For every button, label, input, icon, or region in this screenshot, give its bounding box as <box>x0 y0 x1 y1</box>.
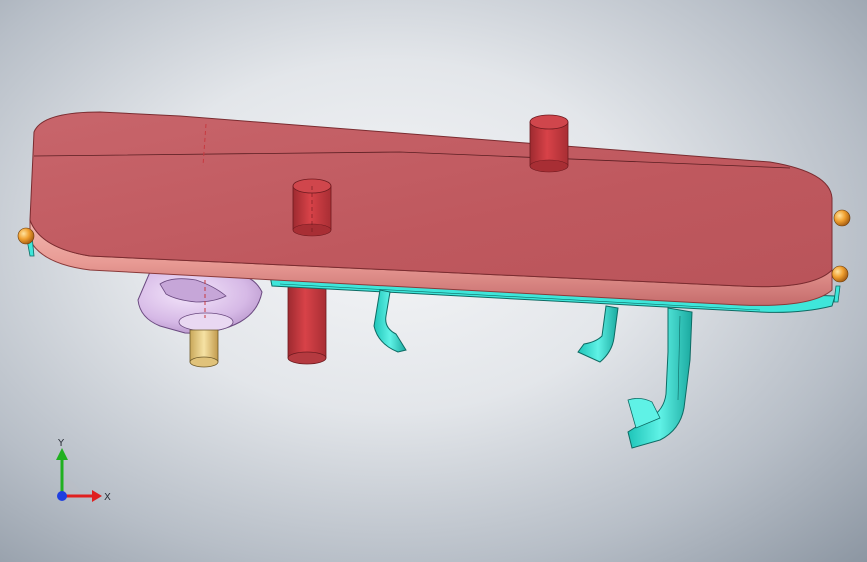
corner-sphere-right-bottom[interactable] <box>831 265 849 283</box>
latch-lever[interactable] <box>627 307 693 449</box>
bottom-pin[interactable] <box>287 277 327 365</box>
knob-housing[interactable] <box>137 271 263 334</box>
cad-model[interactable] <box>0 0 867 562</box>
hook-left[interactable] <box>373 289 407 353</box>
axis-triad: Y X <box>40 434 120 514</box>
y-axis-label: Y <box>57 438 65 449</box>
knob-bushing[interactable] <box>189 329 219 368</box>
corner-sphere-left[interactable] <box>17 227 35 245</box>
locating-pin-middle[interactable] <box>292 178 332 237</box>
x-axis-label: X <box>104 492 111 503</box>
locating-pin-top[interactable] <box>529 114 569 173</box>
y-axis-arrow <box>56 448 68 460</box>
hook-right[interactable] <box>577 305 619 363</box>
corner-sphere-right-top[interactable] <box>833 209 851 227</box>
cad-viewport[interactable]: Y X <box>0 0 867 562</box>
x-axis-arrow <box>92 490 102 502</box>
z-axis-dot <box>57 491 67 501</box>
